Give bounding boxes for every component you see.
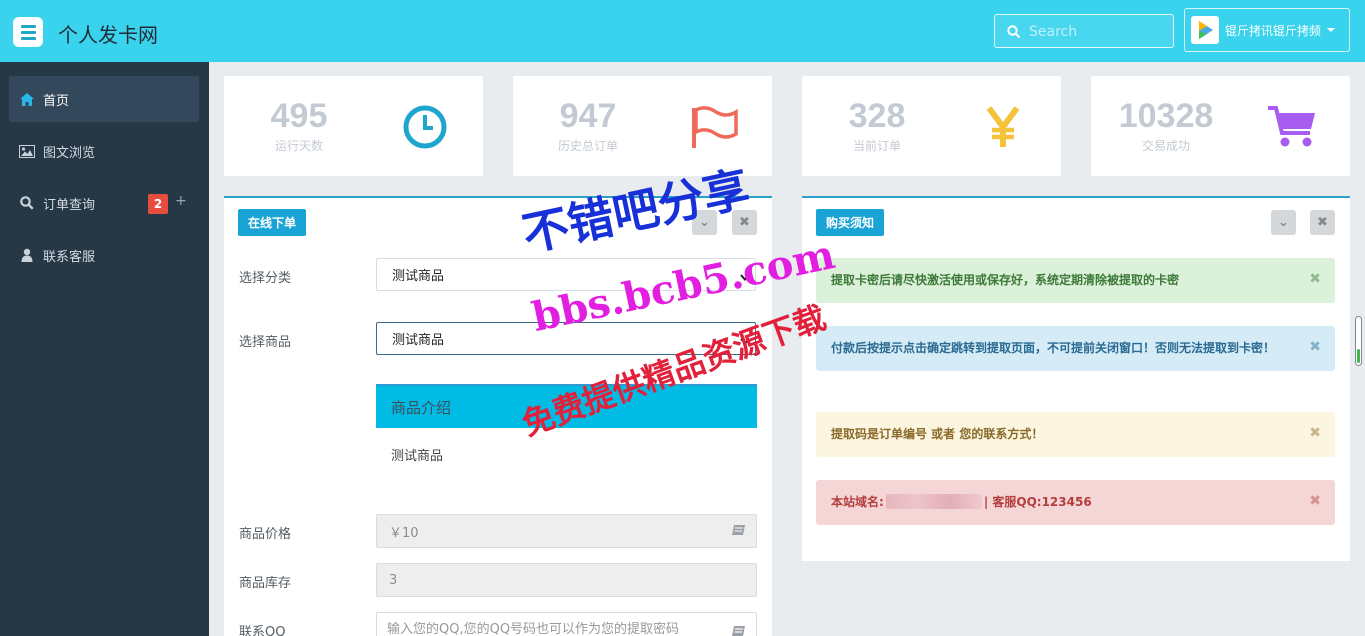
yen-icon	[978, 102, 1028, 152]
menu-toggle-button[interactable]	[13, 17, 43, 47]
stat-card-successful-trades: 10328 交易成功	[1091, 76, 1350, 176]
chevron-down-icon: ⌄	[699, 215, 710, 230]
clock-icon	[400, 102, 450, 152]
chevron-down-icon: ⌄	[1278, 215, 1289, 230]
stat-label: 运行天数	[274, 139, 323, 153]
search-icon	[19, 195, 35, 211]
stat-card-uptime: 495 运行天数	[224, 76, 483, 176]
search-input[interactable]	[1029, 21, 1167, 43]
stat-card-current-orders: 328 当前订单	[802, 76, 1061, 176]
site-title: 个人发卡网	[58, 23, 158, 47]
stat-value: 10328	[1118, 97, 1214, 135]
order-panel-title: 在线下单	[238, 209, 307, 236]
stat-label: 交易成功	[1141, 139, 1190, 153]
close-icon: ✖	[1317, 215, 1328, 230]
collapse-button[interactable]: ⌄	[692, 210, 717, 235]
close-icon[interactable]: ✖	[1309, 339, 1321, 356]
stat-label: 当前订单	[852, 139, 901, 153]
alert-text: 提取卡密后请尽快激活使用或保存好，系统定期清除被提取的卡密	[831, 273, 1180, 287]
order-count-badge: 2	[148, 194, 168, 214]
category-value: 测试商品	[392, 269, 445, 284]
sidebar-item-label: 图文浏览	[43, 145, 96, 161]
sidebar: 首页 图文浏览 订单查询 2 + 联系客服	[0, 62, 209, 636]
stock-value: 3	[389, 572, 398, 588]
sidebar-item-label: 联系客服	[43, 249, 96, 265]
close-button[interactable]: ✖	[732, 210, 757, 235]
page-scrollbar[interactable]	[1355, 316, 1362, 366]
qq-label: 联系QQ	[239, 625, 286, 636]
plus-icon[interactable]: +	[175, 193, 187, 209]
alert-warning: 提取码是订单编号 或者 您的联系方式！ ✖	[816, 412, 1335, 457]
flag-icon	[689, 102, 739, 152]
stock-label: 商品库存	[239, 576, 292, 591]
alert-text-prefix: 本站域名:	[831, 495, 884, 509]
alert-text-suffix: | 客服QQ:123456	[983, 495, 1092, 509]
close-icon[interactable]: ✖	[1309, 493, 1321, 510]
sidebar-item-label: 订单查询	[43, 197, 96, 213]
chevron-down-icon	[740, 334, 750, 349]
category-label: 选择分类	[239, 271, 292, 286]
chevron-down-icon	[1327, 28, 1336, 32]
price-value: ￥10	[389, 525, 419, 541]
close-icon: ✖	[739, 215, 750, 230]
chevron-down-icon	[740, 270, 750, 285]
avatar	[1191, 16, 1219, 44]
sidebar-item-support[interactable]: 联系客服	[9, 232, 199, 278]
order-panel: 在线下单 ⌄ ✖ 选择分类 测试商品 选择商品 测试商品 商品介绍 测试商品 商…	[224, 196, 772, 636]
notice-panel: 购买须知 ⌄ ✖ 提取卡密后请尽快激活使用或保存好，系统定期清除被提取的卡密 ✖…	[802, 196, 1350, 561]
sidebar-item-orders[interactable]: 订单查询 2 +	[9, 180, 199, 226]
alert-text: 付款后按提示点击确定跳转到提取页面，不可提前关闭窗口！否则无法提取到卡密！	[831, 341, 1276, 355]
search-icon	[1007, 24, 1021, 43]
user-menu[interactable]: 锟斤拷讯锟斤拷频	[1184, 8, 1350, 52]
sidebar-item-home[interactable]: 首页	[9, 76, 199, 122]
alert-danger: 本站域名: | 客服QQ:123456 ✖	[816, 480, 1335, 525]
close-icon[interactable]: ✖	[1309, 271, 1321, 288]
product-select[interactable]: 测试商品	[376, 322, 756, 355]
sidebar-item-label: 首页	[43, 93, 70, 109]
close-icon[interactable]: ✖	[1309, 425, 1321, 442]
collapse-button[interactable]: ⌄	[1271, 210, 1296, 235]
redacted-domain	[885, 494, 982, 509]
sidebar-item-gallery[interactable]: 图文浏览	[9, 128, 199, 174]
product-intro-body: 测试商品	[391, 449, 444, 464]
notice-panel-title: 购买须知	[816, 209, 885, 236]
stat-value: 495	[270, 97, 328, 135]
search-box[interactable]	[994, 14, 1174, 48]
qq-field[interactable]	[376, 612, 757, 636]
card-icon	[731, 622, 746, 636]
image-icon	[19, 143, 35, 159]
card-icon	[731, 524, 746, 540]
price-field: ￥10	[376, 514, 757, 548]
stat-label: 历史总订单	[557, 139, 618, 153]
stat-card-total-orders: 947 历史总订单	[513, 76, 772, 176]
stat-value: 328	[848, 97, 906, 135]
alert-text: 提取码是订单编号 或者 您的联系方式！	[831, 427, 1044, 441]
close-button[interactable]: ✖	[1310, 210, 1335, 235]
category-select[interactable]: 测试商品	[376, 258, 756, 291]
product-intro-header: 商品介绍	[376, 384, 757, 428]
product-label: 选择商品	[239, 335, 292, 350]
alert-success: 提取卡密后请尽快激活使用或保存好，系统定期清除被提取的卡密 ✖	[816, 258, 1335, 303]
product-value: 测试商品	[392, 333, 445, 348]
stat-value: 947	[559, 97, 617, 135]
user-icon	[19, 247, 35, 263]
qq-input[interactable]	[377, 614, 717, 636]
cart-icon	[1267, 102, 1317, 152]
alert-info: 付款后按提示点击确定跳转到提取页面，不可提前关闭窗口！否则无法提取到卡密！ ✖	[816, 326, 1335, 371]
username: 锟斤拷讯锟斤拷频	[1225, 23, 1322, 38]
stock-field: 3	[376, 563, 757, 597]
home-icon	[19, 91, 35, 107]
price-label: 商品价格	[239, 527, 292, 542]
top-bar: 个人发卡网 锟斤拷讯锟斤拷频	[0, 0, 1365, 62]
